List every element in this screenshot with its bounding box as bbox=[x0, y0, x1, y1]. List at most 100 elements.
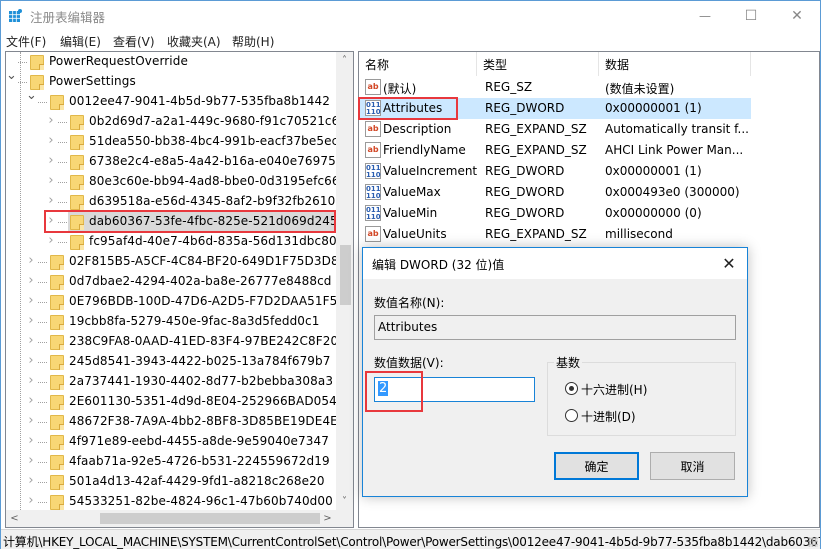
tree-connector bbox=[38, 262, 47, 263]
tree-item[interactable]: › 0E796BDB-100D-47D6-A2D5-F7D2DAA51F51 bbox=[6, 292, 345, 312]
tree-item[interactable]: › 2E601130-5351-4d9d-8E04-252966BAD054 bbox=[6, 392, 337, 412]
scroll-right-arrow-icon[interactable]: > bbox=[319, 510, 336, 527]
expand-chevron-right-icon[interactable]: › bbox=[26, 493, 36, 508]
tree-item[interactable]: › 02F815B5-A5CF-4C84-BF20-649D1F75D3D8 bbox=[6, 252, 339, 272]
value-row[interactable]: ab FriendlyName REG_EXPAND_SZ AHCI Link Pow… bbox=[359, 140, 751, 161]
menu-favorites[interactable]: 收藏夹(A) bbox=[167, 33, 221, 50]
tree-item-label: 0d7dbae2-4294-402a-ba8e-26777e8488cd bbox=[69, 274, 332, 288]
vertical-scroll-thumb[interactable] bbox=[340, 245, 351, 305]
radio-hexadecimal-label: 十六进制(H) bbox=[581, 383, 648, 397]
expand-chevron-right-icon[interactable]: › bbox=[46, 173, 56, 188]
tree-item[interactable]: › 54533251-82be-4824-96c1-47b60b740d00 bbox=[6, 492, 336, 512]
tree-item[interactable]: ⌄ PowerSettings bbox=[6, 68, 336, 92]
value-type: REG_SZ bbox=[485, 80, 533, 94]
value-row[interactable]: ab Description REG_EXPAND_SZ Automatically … bbox=[359, 119, 751, 140]
expand-chevron-right-icon[interactable]: › bbox=[46, 113, 56, 128]
tree-item[interactable]: › 0d7dbae2-4294-402a-ba8e-26777e8488cd bbox=[6, 272, 336, 292]
expand-chevron-right-icon[interactable]: › bbox=[26, 273, 36, 288]
value-type: REG_DWORD bbox=[485, 164, 565, 178]
folder-icon bbox=[50, 415, 64, 430]
tree-item[interactable]: › 80e3c60e-bb94-4ad8-bbe0-0d3195efc663 bbox=[6, 172, 347, 192]
dialog-title: 编辑 DWORD (32 位)值 bbox=[372, 258, 505, 272]
value-row[interactable]: 011 110 ValueMin REG_DWORD 0x00000000 (0) bbox=[359, 203, 751, 224]
horizontal-scroll-thumb[interactable] bbox=[100, 513, 320, 524]
tree-item[interactable]: › 6738e2c4-e8a5-4a42-b16a-e040e769756e bbox=[6, 152, 351, 172]
value-row[interactable]: 011 110 ValueMax REG_DWORD 0x000493e0 (30000… bbox=[359, 182, 751, 203]
tree-vertical-scrollbar[interactable]: ˄ ˅ bbox=[336, 52, 353, 510]
maximize-button[interactable]: ☐ bbox=[728, 1, 774, 31]
expand-chevron-right-icon[interactable]: › bbox=[46, 193, 56, 208]
radio-decimal[interactable]: 十进制(D) bbox=[565, 407, 715, 425]
tree-item[interactable]: › 0b2d69d7-a2a1-449c-9680-f91c70521c60 bbox=[6, 112, 347, 132]
expand-chevron-right-icon[interactable]: › bbox=[26, 293, 36, 308]
string-value-icon: ab bbox=[365, 79, 381, 95]
menu-file[interactable]: 文件(F) bbox=[6, 33, 46, 50]
tree-item[interactable]: ⌄ 0012ee47-9041-4b5d-9b77-535fba8b1442 bbox=[6, 88, 336, 112]
base-label: 基数 bbox=[554, 354, 583, 371]
tree-item-label: 51dea550-bb38-4bc4-991b-eacf37be5ec8 bbox=[89, 134, 347, 148]
value-data: millisecond bbox=[605, 227, 673, 241]
expand-chevron-right-icon[interactable]: › bbox=[26, 313, 36, 328]
menu-edit[interactable]: 编辑(E) bbox=[60, 33, 101, 50]
scroll-down-arrow-icon[interactable]: ˅ bbox=[336, 493, 353, 510]
tree-item[interactable]: › 2a737441-1930-4402-8d77-b2bebba308a3 bbox=[6, 372, 336, 392]
scroll-left-arrow-icon[interactable]: < bbox=[6, 510, 23, 527]
expand-chevron-down-icon[interactable]: ⌄ bbox=[26, 88, 37, 103]
value-row[interactable]: 011 110 ValueIncrement REG_DWORD 0x00000001 … bbox=[359, 161, 751, 182]
dialog-close-button[interactable]: ✕ bbox=[719, 253, 739, 273]
tree-item[interactable]: › 238C9FA8-0AAD-41ED-83F4-97BE242C8F20 bbox=[6, 332, 338, 352]
expand-chevron-right-icon[interactable]: › bbox=[26, 373, 36, 388]
cancel-button[interactable]: 取消 bbox=[650, 452, 735, 480]
expand-chevron-right-icon[interactable]: › bbox=[46, 153, 56, 168]
close-button[interactable]: ✕ bbox=[774, 1, 820, 31]
registry-key-tree[interactable]: PowerRequestOverride ⌄ PowerSettings ⌄ 0012e… bbox=[5, 51, 354, 528]
tree-item[interactable]: › 501a4d13-42af-4429-9fd1-a8218c268e20 bbox=[6, 472, 336, 492]
value-row[interactable]: 011 110 Attributes REG_DWORD 0x00000001 (1) bbox=[359, 98, 751, 119]
expand-chevron-right-icon[interactable]: › bbox=[26, 453, 36, 468]
menu-view[interactable]: 查看(V) bbox=[113, 33, 155, 50]
tree-item[interactable]: › 245d8541-3943-4422-b025-13a784f679b7 bbox=[6, 352, 336, 372]
expand-chevron-right-icon[interactable]: › bbox=[26, 393, 36, 408]
tree-item[interactable]: › fc95af4d-40e7-4b6d-835a-56d131dbc80e bbox=[6, 232, 344, 252]
expand-chevron-right-icon[interactable]: › bbox=[46, 233, 56, 248]
expand-chevron-right-icon[interactable]: › bbox=[26, 413, 36, 428]
expand-chevron-right-icon[interactable]: › bbox=[26, 433, 36, 448]
tree-guide-line bbox=[20, 52, 21, 510]
radio-hexadecimal[interactable]: 十六进制(H) bbox=[565, 380, 715, 398]
value-name: Attributes bbox=[383, 101, 443, 115]
tree-item[interactable]: › 4faab71a-92e5-4726-b531-224559672d19 bbox=[6, 452, 336, 472]
column-header-name[interactable]: 名称 bbox=[359, 52, 477, 76]
folder-icon bbox=[70, 175, 84, 190]
expand-chevron-right-icon[interactable]: › bbox=[46, 133, 56, 148]
close-icon: ✕ bbox=[791, 8, 803, 24]
expand-chevron-right-icon[interactable]: › bbox=[26, 253, 36, 268]
value-data-input[interactable]: 2 bbox=[374, 377, 535, 402]
column-header-type[interactable]: 类型 bbox=[477, 52, 599, 76]
tree-connector bbox=[38, 482, 47, 483]
minimize-button[interactable]: — bbox=[682, 1, 728, 31]
expand-chevron-right-icon[interactable]: › bbox=[26, 333, 36, 348]
expand-chevron-right-icon[interactable]: › bbox=[26, 473, 36, 488]
value-row[interactable]: ab ValueUnits REG_EXPAND_SZ millisecond bbox=[359, 224, 751, 245]
value-row[interactable]: ab (默认) REG_SZ (数值未设置) bbox=[359, 77, 751, 98]
tree-item[interactable]: › d639518a-e56d-4345-8af2-b9f32fb26109 bbox=[6, 192, 343, 212]
tree-item[interactable]: › 19cbb8fa-5279-450e-9fac-8a3d5fedd0c1 bbox=[6, 312, 336, 332]
folder-icon bbox=[70, 235, 84, 250]
tree-item[interactable]: › 48672F38-7A9A-4bb2-8BF8-3D85BE19DE4E bbox=[6, 412, 338, 432]
tree-item[interactable]: › dab60367-53fe-4fbc-825e-521d069d2456 bbox=[6, 212, 345, 232]
ok-button[interactable]: 确定 bbox=[554, 452, 639, 480]
tree-item[interactable]: › 51dea550-bb38-4bc4-991b-eacf37be5ec8 bbox=[6, 132, 346, 152]
value-type: REG_EXPAND_SZ bbox=[485, 122, 587, 136]
menu-help[interactable]: 帮助(H) bbox=[232, 33, 274, 50]
resize-grip-icon[interactable] bbox=[808, 537, 818, 547]
column-header-data[interactable]: 数据 bbox=[599, 52, 751, 76]
tree-item[interactable]: › 4f971e89-eebd-4455-a8de-9e59040e7347 bbox=[6, 432, 336, 452]
tree-horizontal-scrollbar[interactable]: < > bbox=[6, 510, 336, 527]
tree-connector bbox=[38, 302, 47, 303]
scroll-up-arrow-icon[interactable]: ˄ bbox=[336, 52, 353, 69]
expand-chevron-right-icon[interactable]: › bbox=[46, 213, 56, 228]
value-name: FriendlyName bbox=[383, 143, 466, 157]
tree-item[interactable]: PowerRequestOverride bbox=[6, 52, 336, 72]
expand-chevron-right-icon[interactable]: › bbox=[26, 353, 36, 368]
expand-chevron-down-icon[interactable]: ⌄ bbox=[6, 68, 17, 83]
